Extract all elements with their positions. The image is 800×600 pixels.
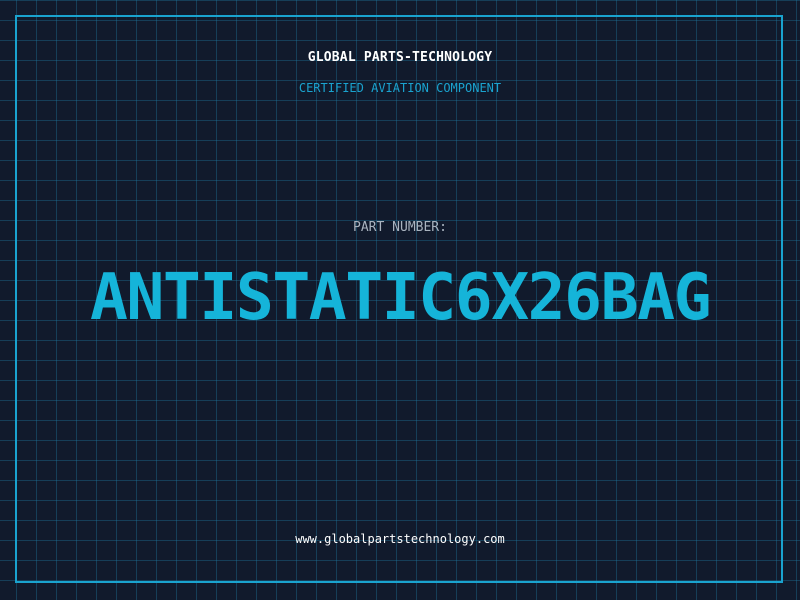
company-name: GLOBAL PARTS-TECHNOLOGY <box>307 50 493 65</box>
part-number-label: PART NUMBER: <box>353 220 447 235</box>
certification-subtitle: CERTIFIED AVIATION COMPONENT <box>298 81 502 95</box>
website-link[interactable]: www.globalpartstechnology.com <box>0 531 800 547</box>
part-number-value: ANTISTATIC6X26BAG <box>89 261 712 335</box>
